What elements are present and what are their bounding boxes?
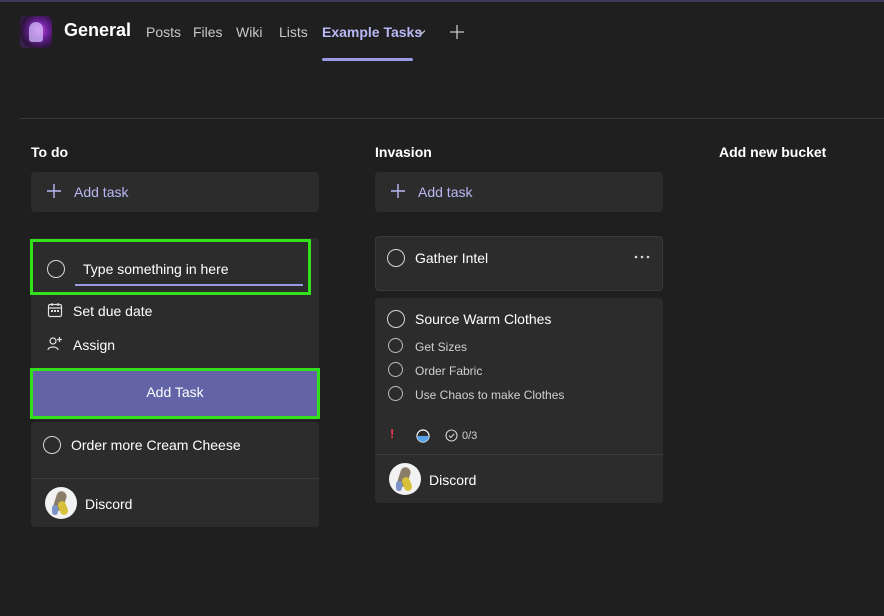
submit-highlight-outline — [30, 368, 320, 419]
add-tab-icon[interactable] — [449, 24, 465, 40]
team-avatar[interactable] — [20, 16, 52, 48]
task-complete-checkbox[interactable] — [387, 310, 405, 328]
tab-lists[interactable]: Lists — [279, 24, 308, 40]
checklist-progress-icon — [445, 429, 458, 442]
input-highlight-outline — [30, 239, 311, 295]
task-card[interactable]: Order more Cream Cheese Discord — [31, 422, 319, 527]
bucket-title-todo[interactable]: To do — [31, 144, 68, 160]
assignee-name: Discord — [85, 496, 133, 512]
task-card[interactable]: Source Warm Clothes Get Sizes Order Fabr… — [375, 298, 663, 503]
bucket-title-invasion[interactable]: Invasion — [375, 144, 432, 160]
tab-files[interactable]: Files — [193, 24, 223, 40]
task-complete-checkbox[interactable] — [43, 436, 61, 454]
assignee-name: Discord — [429, 472, 477, 488]
tab-wiki[interactable]: Wiki — [236, 24, 262, 40]
progress-in-progress-icon — [416, 429, 430, 443]
checklist-item: Order Fabric — [415, 364, 483, 378]
channel-header: General Posts Files Wiki Lists Example T… — [0, 2, 884, 62]
channel-name: General — [64, 20, 132, 40]
task-card[interactable]: Gather Intel — [375, 236, 663, 291]
card-divider — [375, 454, 663, 455]
add-task-button-todo[interactable]: Add task — [31, 172, 319, 212]
checklist-item: Use Chaos to make Clothes — [415, 388, 565, 402]
chevron-down-icon[interactable] — [418, 28, 426, 36]
add-task-label: Add task — [74, 184, 129, 200]
tab-example-tasks[interactable]: Example Tasks — [322, 24, 422, 40]
calendar-icon — [47, 303, 63, 318]
task-title: Gather Intel — [415, 250, 489, 266]
avatar — [389, 463, 421, 495]
set-due-date-button[interactable]: Set due date — [73, 303, 152, 319]
card-divider — [31, 478, 319, 479]
more-options-icon[interactable] — [634, 255, 650, 259]
active-tab-indicator — [322, 58, 413, 61]
task-complete-checkbox[interactable] — [387, 249, 405, 267]
add-task-button-invasion[interactable]: Add task — [375, 172, 663, 212]
checklist-item-checkbox[interactable] — [388, 338, 403, 353]
add-task-label: Add task — [418, 184, 473, 200]
avatar — [45, 487, 77, 519]
checklist-progress-count: 0/3 — [462, 430, 478, 442]
priority-important-icon: ! — [390, 426, 395, 441]
task-title: Order more Cream Cheese — [71, 437, 241, 453]
checklist-item-checkbox[interactable] — [388, 386, 403, 401]
tab-posts[interactable]: Posts — [146, 24, 181, 40]
checklist-item-checkbox[interactable] — [388, 362, 403, 377]
checklist-item: Get Sizes — [415, 340, 468, 354]
assign-button[interactable]: Assign — [73, 337, 115, 353]
header-divider — [20, 118, 884, 119]
plus-icon — [47, 184, 61, 198]
task-title: Source Warm Clothes — [415, 311, 552, 327]
plus-icon — [391, 184, 405, 198]
add-new-bucket-button[interactable]: Add new bucket — [719, 144, 826, 160]
assign-person-icon — [47, 337, 62, 351]
